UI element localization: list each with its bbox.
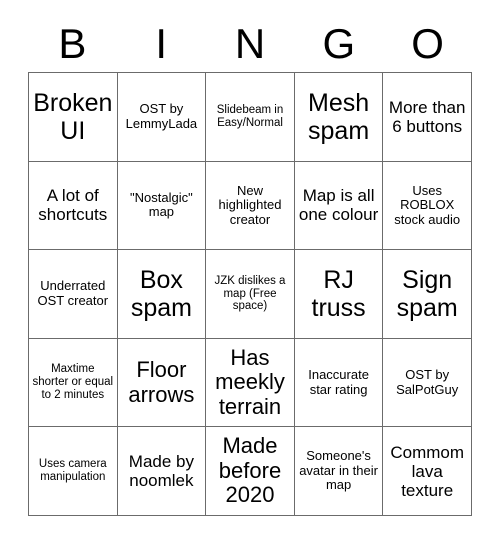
bingo-cell[interactable]: Uses camera manipulation (29, 427, 118, 516)
bingo-cell[interactable]: Uses ROBLOX stock audio (383, 161, 472, 251)
bingo-cell[interactable]: Maxtime shorter or equal to 2 minutes (29, 338, 118, 428)
bingo-cell[interactable]: Map is all one colour (294, 161, 384, 251)
bingo-cell[interactable]: New highlighted creator (206, 161, 295, 251)
bingo-cell[interactable]: Made before 2020 (206, 427, 295, 516)
header-letter-n: N (234, 20, 266, 67)
header-letter-i: I (155, 20, 168, 67)
bingo-cell[interactable]: Slidebeam in Easy/Normal (206, 73, 295, 162)
bingo-cell[interactable]: Made by noomlek (117, 427, 207, 516)
bingo-cell[interactable]: Someone's avatar in their map (294, 427, 384, 516)
bingo-cell[interactable]: Sign spam (383, 250, 472, 339)
bingo-cell[interactable]: OST by LemmyLada (117, 73, 207, 162)
bingo-cell[interactable]: OST by SalPotGuy (383, 338, 472, 428)
bingo-cell[interactable]: "Nostalgic" map (117, 161, 207, 251)
header-letter-b: B (58, 20, 87, 67)
bingo-cell[interactable]: Floor arrows (117, 338, 207, 428)
bingo-cell[interactable]: Mesh spam (294, 73, 384, 162)
header-letter-o: O (411, 20, 444, 67)
bingo-cell[interactable]: Commom lava texture (383, 427, 472, 516)
header-letter-g: G (322, 20, 356, 67)
bingo-cell[interactable]: Underrated OST creator (29, 250, 118, 339)
bingo-cell[interactable]: Box spam (117, 250, 207, 339)
bingo-cell[interactable]: More than 6 buttons (383, 73, 472, 162)
bingo-cell[interactable]: A lot of shortcuts (29, 161, 118, 251)
bingo-header: B I N G O (28, 0, 472, 72)
bingo-cell[interactable]: Broken UI (29, 73, 118, 162)
bingo-card: B I N G O Broken UI OST by LemmyLada Sli… (28, 0, 472, 516)
bingo-cell[interactable]: Has meekly terrain (206, 338, 295, 428)
bingo-cell-free-space[interactable]: JZK dislikes a map (Free space) (206, 250, 295, 339)
bingo-grid: Broken UI OST by LemmyLada Slidebeam in … (28, 72, 472, 516)
bingo-cell[interactable]: Inaccurate star rating (294, 338, 384, 428)
bingo-cell[interactable]: RJ truss (294, 250, 384, 339)
